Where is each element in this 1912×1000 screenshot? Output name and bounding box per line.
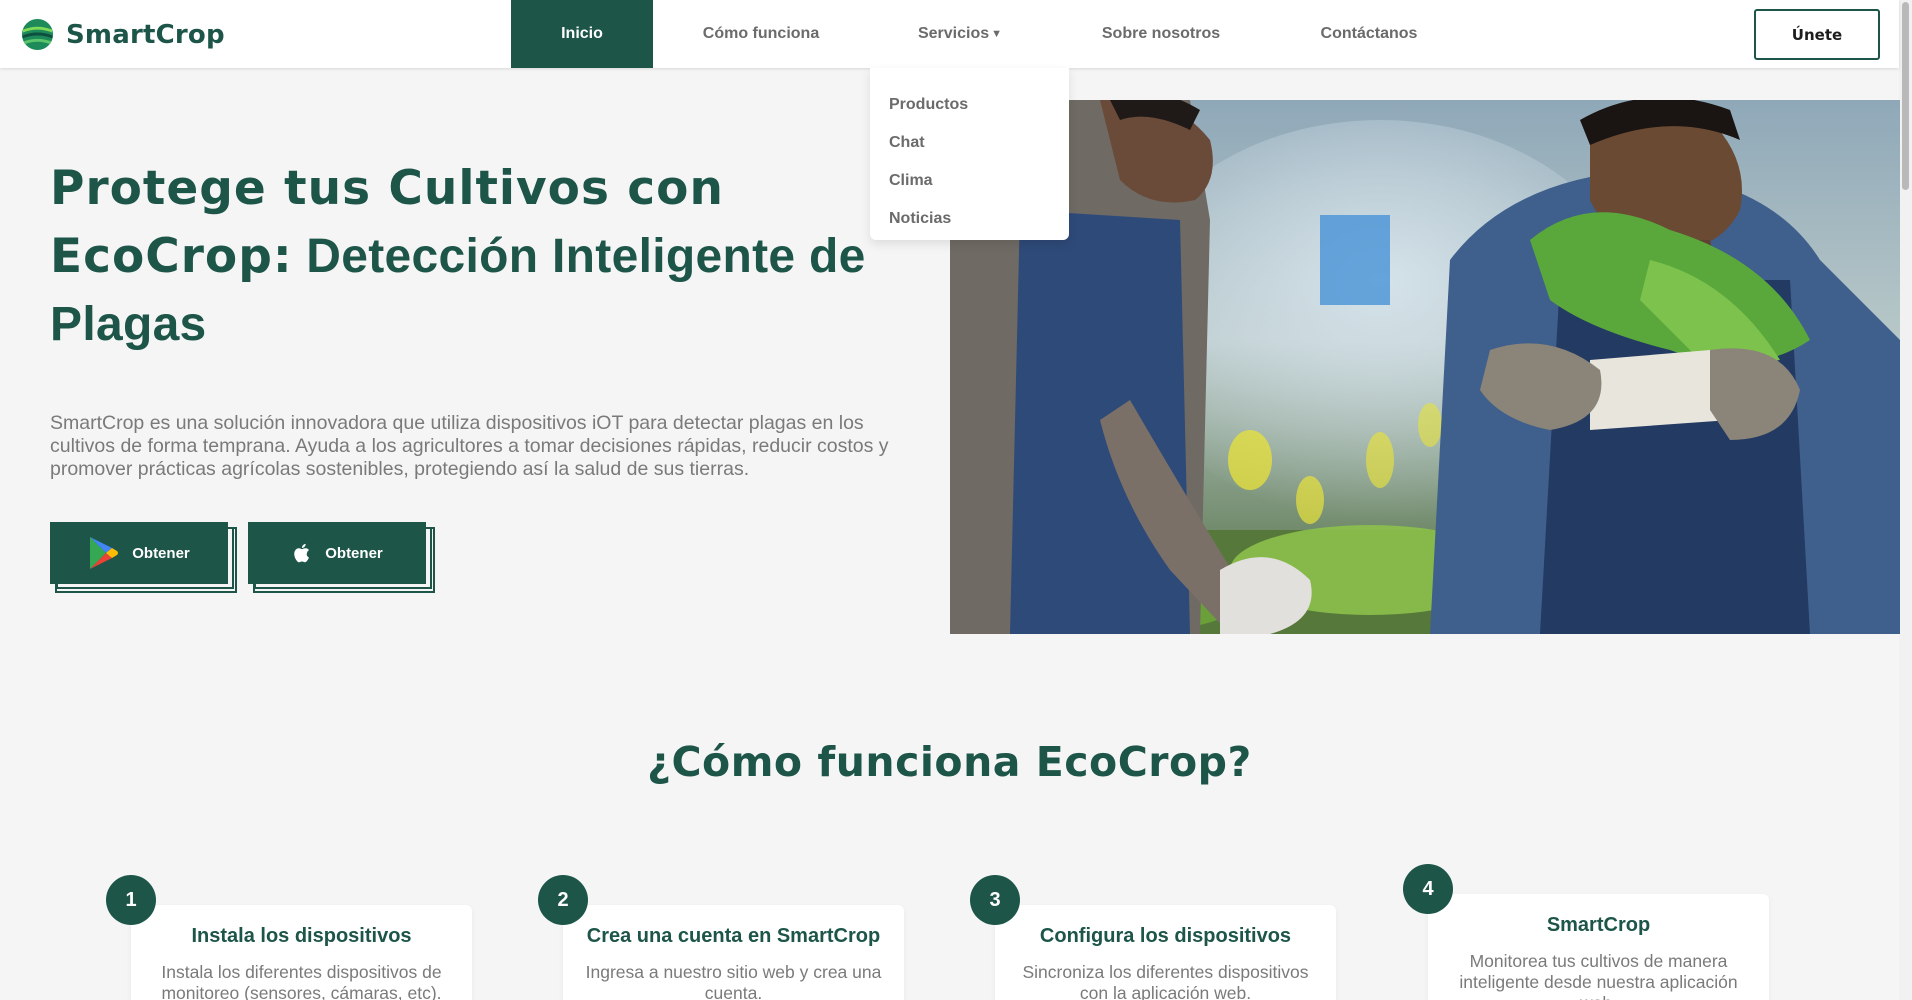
hero-title-brand: EcoCrop: <box>50 229 293 284</box>
hero-title-line2: Detección Inteligente de <box>292 230 866 283</box>
step-description: Sincroniza los diferentes dispositivos c… <box>1022 962 1309 1000</box>
app-store-button[interactable]: Obtener <box>248 522 435 593</box>
nav-contactanos[interactable]: Contáctanos <box>1271 0 1467 68</box>
hero-description: SmartCrop es una solución innovadora que… <box>50 412 889 480</box>
nav-como-funciona[interactable]: Cómo funciona <box>653 0 869 68</box>
servicios-dropdown: Productos Chat Clima Noticias <box>870 68 1069 240</box>
leaf-globe-icon <box>21 18 54 51</box>
step-card-1: Instala los dispositivos Instala los dif… <box>131 905 472 1000</box>
main-nav: Inicio Cómo funciona Servicios ▼ Sobre n… <box>511 0 1467 68</box>
brand-name: SmartCrop <box>66 19 225 50</box>
page-scrollbar[interactable] <box>1899 0 1912 1000</box>
nav-label: Contáctanos <box>1320 25 1418 42</box>
step-number-badge: 4 <box>1403 864 1453 914</box>
scrollbar-thumb[interactable] <box>1902 2 1909 190</box>
store-button-label: Obtener <box>132 544 190 562</box>
step-description: Instala los diferentes dispositivos de m… <box>161 962 442 1000</box>
greenhouse-photo <box>950 100 1900 634</box>
google-play-button[interactable]: Obtener <box>50 522 237 593</box>
dropdown-item-noticias[interactable]: Noticias <box>870 200 1069 238</box>
nav-servicios[interactable]: Servicios ▼ <box>869 0 1051 68</box>
dropdown-item-chat[interactable]: Chat <box>870 124 1069 162</box>
how-it-works-title: ¿Cómo funciona EcoCrop? <box>647 738 1252 786</box>
apple-icon <box>294 543 310 563</box>
step-title: SmartCrop <box>1546 914 1651 936</box>
nav-label: Cómo funciona <box>702 25 820 42</box>
google-play-icon <box>90 537 119 569</box>
brand-logo[interactable]: SmartCrop <box>21 18 225 51</box>
step-title: Instala los dispositivos <box>191 925 412 947</box>
step-number-badge: 1 <box>106 875 156 925</box>
dropdown-item-productos[interactable]: Productos <box>870 86 1069 124</box>
step-number-badge: 3 <box>970 875 1020 925</box>
step-title: Crea una cuenta en SmartCrop <box>586 925 881 947</box>
nav-inicio[interactable]: Inicio <box>511 0 653 68</box>
store-button-label: Obtener <box>325 544 383 562</box>
dropdown-item-clima[interactable]: Clima <box>870 162 1069 200</box>
step-description: Ingresa a nuestro sitio web y crea una c… <box>585 962 882 1000</box>
nav-sobre-nosotros[interactable]: Sobre nosotros <box>1051 0 1271 68</box>
step-title: Configura los dispositivos <box>1039 925 1292 947</box>
step-card-4: SmartCrop Monitorea tus cultivos de mane… <box>1428 894 1769 1000</box>
hero-title-line3: Plagas <box>50 298 207 351</box>
step-card-3: Configura los dispositivos Sincroniza lo… <box>995 905 1336 1000</box>
caret-down-icon: ▼ <box>991 28 1003 40</box>
navbar: SmartCrop Inicio Cómo funciona Servicios… <box>0 0 1899 68</box>
step-card-2: Crea una cuenta en SmartCrop Ingresa a n… <box>563 905 904 1000</box>
hero-photo-farmers <box>950 100 1900 634</box>
nav-label: Servicios <box>917 25 990 42</box>
nav-label: Sobre nosotros <box>1101 25 1221 42</box>
join-button[interactable]: Únete <box>1754 9 1880 60</box>
step-number-badge: 2 <box>538 875 588 925</box>
hero-title: Protege tus Cultivos con EcoCrop: Detecc… <box>50 155 910 359</box>
hero-title-line1: Protege tus Cultivos con <box>50 161 724 216</box>
nav-label: Inicio <box>561 25 603 42</box>
step-description: Monitorea tus cultivos de manera intelig… <box>1459 951 1738 1000</box>
